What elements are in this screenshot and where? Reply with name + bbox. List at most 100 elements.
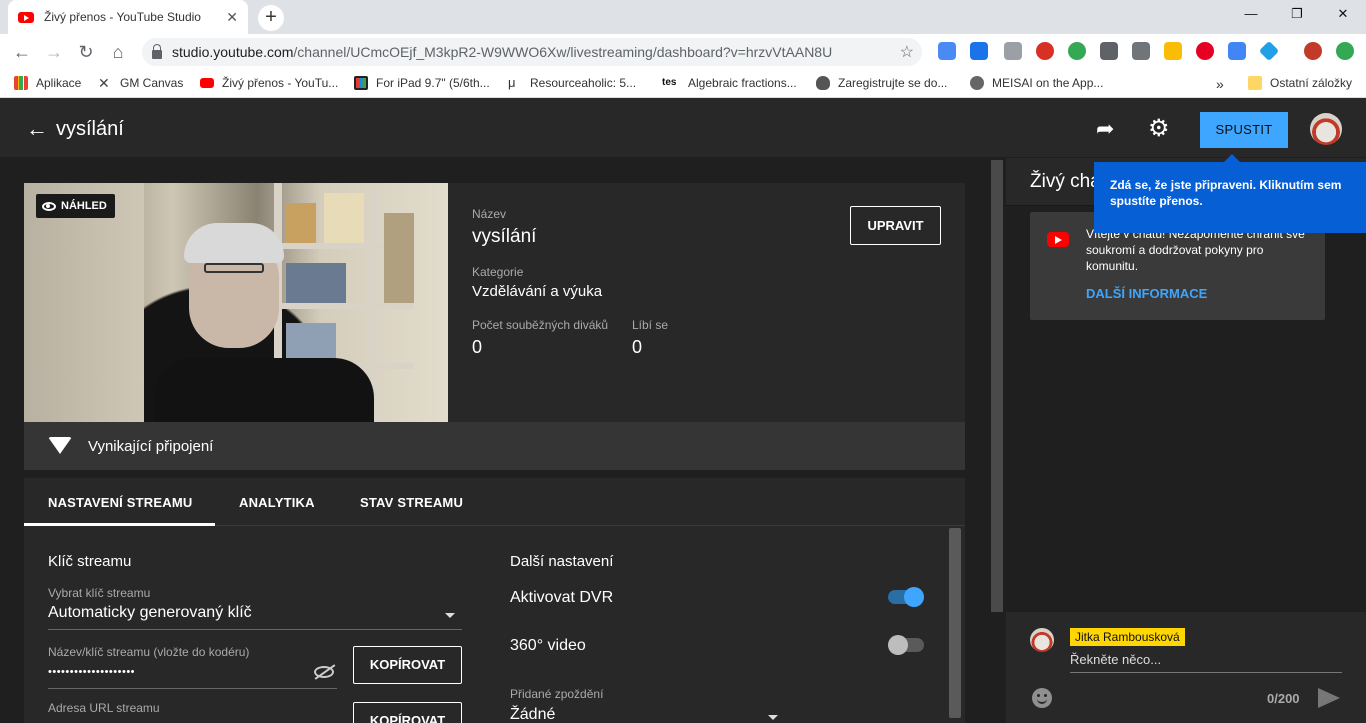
minimize-icon[interactable]: —: [1228, 0, 1274, 30]
video360-toggle-knob: [888, 635, 908, 655]
reload-icon[interactable]: ↻: [74, 40, 98, 64]
home-icon[interactable]: ⌂: [106, 40, 130, 64]
apple-icon: [816, 76, 830, 90]
bookmark-resourceaholic[interactable]: μ Resourceaholic: 5...: [508, 76, 636, 91]
reader-extension-icon[interactable]: [1004, 42, 1022, 60]
youtube-logo-icon: [1047, 232, 1069, 247]
video360-toggle[interactable]: [888, 635, 924, 655]
stream-preview: [24, 183, 448, 422]
gear-icon[interactable]: ⚙: [1148, 114, 1170, 143]
address-bar[interactable]: studio.youtube.com/channel/UCmcOEjf_M3kp…: [142, 38, 922, 66]
emoji-icon[interactable]: [1032, 688, 1052, 708]
close-tab-icon[interactable]: ✕: [226, 9, 238, 26]
facebook-extension-icon[interactable]: [1132, 42, 1150, 60]
name-label: Název: [472, 207, 507, 221]
bookmarks-overflow[interactable]: »: [1216, 76, 1224, 92]
tab-analytics[interactable]: ANALYTIKA: [239, 495, 315, 510]
update-icon[interactable]: [1336, 42, 1354, 60]
connection-status: Vynikající připojení: [88, 438, 214, 455]
link-extension-icon[interactable]: [938, 42, 956, 60]
dvr-label: Aktivovat DVR: [510, 589, 614, 606]
back-icon[interactable]: ←: [10, 40, 34, 64]
eye-icon: [42, 201, 56, 211]
restore-icon[interactable]: ❐: [1274, 0, 1320, 30]
ipad-icon: [354, 76, 368, 90]
window-close-icon[interactable]: ✕: [1320, 0, 1366, 30]
share-icon[interactable]: ➦: [1096, 116, 1114, 142]
delay-caret-icon[interactable]: [768, 715, 778, 720]
avatar[interactable]: [1310, 113, 1342, 145]
dictionary-extension-icon[interactable]: [970, 42, 988, 60]
video360-label: 360° video: [510, 637, 586, 654]
chat-input[interactable]: Řekněte něco...: [1070, 652, 1342, 673]
stream-url-label: Adresa URL streamu: [48, 701, 160, 715]
page-title: vysílání: [56, 118, 124, 140]
bookmark-apple[interactable]: Zaregistrujte se do...: [816, 76, 947, 90]
bookmark-gm-canvas[interactable]: ✕ GM Canvas: [98, 76, 183, 90]
start-tooltip-text: Zdá se, že jste připraveni. Kliknutím se…: [1110, 178, 1342, 208]
adblock-extension-icon[interactable]: [1036, 42, 1054, 60]
url-host: studio.youtube.com: [172, 44, 294, 60]
pinterest-extension-icon[interactable]: [1196, 42, 1214, 60]
url-path: /channel/UCmcOEjf_M3kpR2-W9WWO6Xw/livest…: [293, 44, 833, 60]
profile-icon[interactable]: [1304, 42, 1322, 60]
forward-icon[interactable]: →: [42, 40, 66, 64]
youtube-favicon-icon: [18, 11, 34, 23]
active-tab-indicator: [24, 523, 215, 526]
send-icon[interactable]: [1318, 688, 1340, 708]
globe-icon: [970, 76, 984, 90]
bookmark-star-icon[interactable]: ☆: [900, 42, 914, 62]
apps-grid-icon: [14, 76, 28, 90]
bookmark-tes[interactable]: tes Algebraic fractions...: [662, 76, 797, 90]
bookmark-meisai[interactable]: MEISAI on the App...: [970, 76, 1103, 90]
other-bookmarks[interactable]: Ostatní záložky: [1248, 76, 1352, 90]
key-underline: [48, 688, 337, 689]
folder-icon: [1248, 76, 1262, 90]
other-settings-heading: Další nastavení: [510, 553, 614, 570]
screenshot-extension-icon[interactable]: [1100, 42, 1118, 60]
viewers-value: 0: [472, 337, 483, 357]
drive-extension-icon[interactable]: [1164, 42, 1182, 60]
new-tab-button[interactable]: +: [258, 5, 284, 31]
more-info-link[interactable]: DALŠÍ INFORMACE: [1086, 286, 1207, 301]
start-tooltip[interactable]: Zdá se, že jste připraveni. Kliknutím se…: [1094, 154, 1366, 233]
copy-url-button[interactable]: KOPÍROVAT: [353, 702, 462, 723]
bookmarks-bar: Aplikace ✕ GM Canvas Živý přenos - YouTu.…: [0, 70, 1366, 98]
likes-value: 0: [632, 337, 643, 357]
copy-key-button[interactable]: KOPÍROVAT: [353, 646, 462, 684]
bookmark-youtube-live[interactable]: Živý přenos - YouTu...: [200, 76, 338, 90]
tab-stream-health[interactable]: STAV STREAMU: [360, 495, 463, 510]
chat-user-avatar: [1030, 628, 1054, 652]
bookmark-apps[interactable]: Aplikace: [14, 76, 81, 90]
dvr-toggle[interactable]: [888, 587, 924, 607]
delay-dropdown[interactable]: Žádné: [510, 706, 555, 723]
visibility-off-icon[interactable]: [314, 666, 334, 678]
dvr-toggle-knob: [904, 587, 924, 607]
select-underline: [48, 629, 462, 630]
select-key-dropdown[interactable]: Automaticky generovaný klíč: [48, 604, 252, 622]
stream-key-field[interactable]: ••••••••••••••••••••: [48, 666, 135, 678]
cross-icon: ✕: [98, 75, 110, 91]
page-scrollbar[interactable]: [988, 158, 1006, 723]
bookmark-ipad[interactable]: For iPad 9.7" (5/6th...: [354, 76, 490, 90]
likes-label: Líbí se: [632, 318, 669, 332]
settings-scrollbar[interactable]: [949, 528, 961, 718]
edit-button[interactable]: UPRAVIT: [850, 206, 941, 245]
back-arrow-icon[interactable]: ←: [26, 116, 48, 142]
chat-welcome-text: Vítejte v chatu! Nezapomeňte chránit své…: [1086, 227, 1305, 273]
stream-key-heading: Klíč streamu: [48, 553, 132, 570]
wifi-icon: [48, 437, 72, 454]
diamond-extension-icon[interactable]: [1258, 40, 1280, 62]
dropdown-caret-icon[interactable]: [445, 613, 455, 618]
tab-stream-settings[interactable]: NASTAVENÍ STREAMU: [48, 495, 192, 510]
chat-user-name: Jitka Rambousková: [1070, 628, 1185, 646]
translate-extension-icon[interactable]: [1228, 42, 1246, 60]
grammar-extension-icon[interactable]: [1068, 42, 1086, 60]
browser-toolbar: ← → ↻ ⌂ studio.youtube.com/channel/UCmcO…: [0, 34, 1366, 70]
scrollbar-thumb[interactable]: [991, 160, 1003, 612]
browser-tab[interactable]: Živý přenos - YouTube Studio ✕: [8, 0, 248, 34]
category-label: Kategorie: [472, 265, 524, 279]
browser-tab-title: Živý přenos - YouTube Studio: [44, 10, 201, 24]
start-stream-button[interactable]: SPUSTIT: [1200, 112, 1288, 148]
char-counter: 0/200: [1267, 691, 1300, 706]
